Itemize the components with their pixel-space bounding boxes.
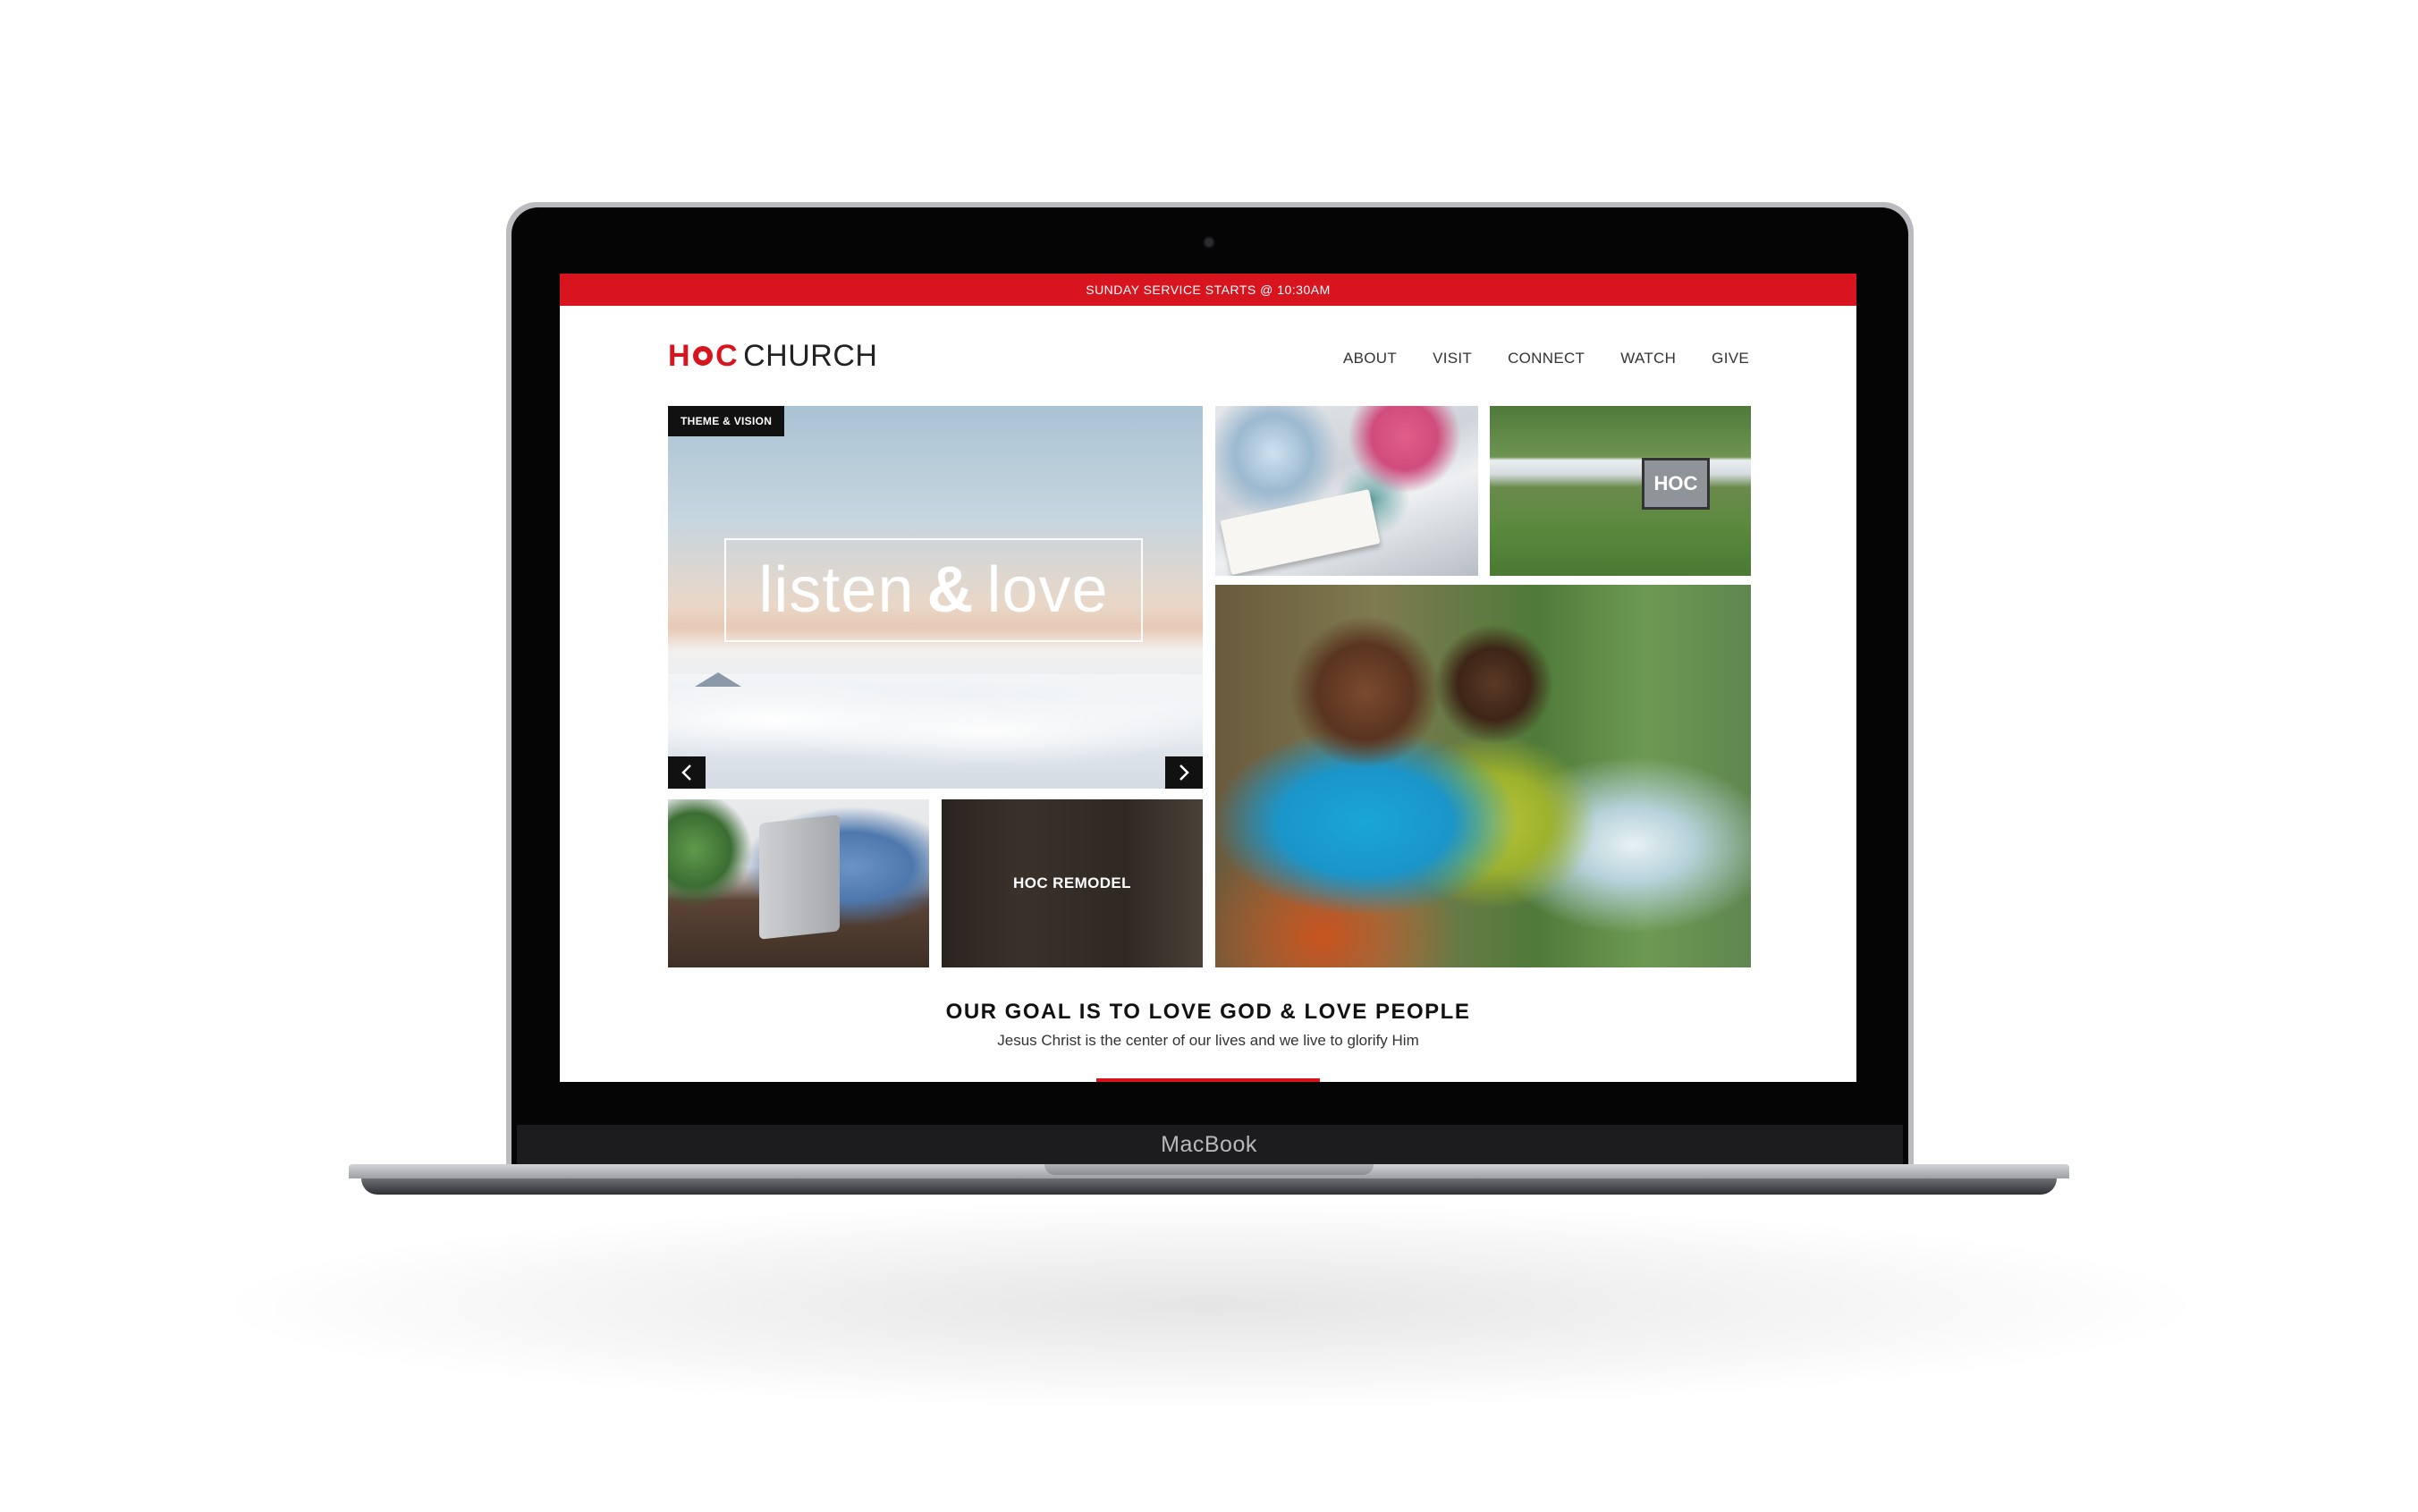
tile-children-water[interactable]	[1215, 585, 1751, 967]
hero-category-tag[interactable]: THEME & VISION	[668, 406, 785, 436]
logo-letter-c: C	[715, 338, 739, 373]
nav-visit[interactable]: VISIT	[1433, 350, 1472, 367]
laptop-base-underside	[361, 1178, 2057, 1195]
website-screen: SUNDAY SERVICE STARTS @ 10:30AM H C CHUR…	[560, 274, 1856, 1082]
hero-word-listen: listen	[758, 554, 915, 626]
mountain-peak	[695, 672, 741, 687]
device-label: MacBook	[1161, 1132, 1257, 1157]
nav-about[interactable]: ABOUT	[1343, 350, 1397, 367]
announcement-bar[interactable]: SUNDAY SERVICE STARTS @ 10:30AM	[560, 274, 1856, 306]
nav-give[interactable]: GIVE	[1712, 350, 1749, 367]
cloud-layer	[668, 674, 1203, 789]
slider-prev-button[interactable]	[668, 756, 706, 789]
hero-word-love: love	[986, 554, 1109, 626]
section-divider	[1096, 1078, 1320, 1082]
nav-watch[interactable]: WATCH	[1620, 350, 1676, 367]
logo-name: CHURCH	[743, 338, 878, 373]
hero-slider[interactable]: THEME & VISION listen & love	[668, 406, 1203, 789]
laptop-image	[759, 815, 840, 940]
tile-outdoor-event[interactable]: HOC	[1490, 406, 1751, 576]
tile-laptop-workspace[interactable]	[668, 799, 929, 967]
chevron-right-icon	[1179, 764, 1189, 781]
camera-icon	[1205, 238, 1213, 247]
journal-image	[1220, 489, 1381, 575]
hero-title-box: listen & love	[724, 538, 1143, 642]
tile-flowers-journal[interactable]	[1215, 406, 1478, 576]
logo-letter-h: H	[668, 338, 691, 373]
slider-next-button[interactable]	[1165, 756, 1203, 789]
laptop-notch	[1044, 1164, 1374, 1175]
logo-heart-icon	[693, 346, 714, 366]
main-nav: ABOUT VISIT CONNECT WATCH GIVE	[1343, 350, 1749, 367]
hoc-sign: HOC	[1642, 458, 1710, 510]
goal-heading: OUR GOAL IS TO LOVE GOD & LOVE PEOPLE	[945, 1000, 1471, 1024]
nav-connect[interactable]: CONNECT	[1508, 350, 1585, 367]
chevron-left-icon	[681, 764, 691, 781]
laptop-shadow	[232, 1203, 2186, 1408]
site-logo[interactable]: H C CHURCH	[668, 338, 877, 374]
tile-hoc-remodel[interactable]: HOC REMODEL	[942, 799, 1203, 967]
goal-subtext: Jesus Christ is the center of our lives …	[997, 1032, 1419, 1049]
remodel-label: HOC REMODEL	[1013, 874, 1131, 891]
hero-ampersand: &	[926, 554, 975, 626]
